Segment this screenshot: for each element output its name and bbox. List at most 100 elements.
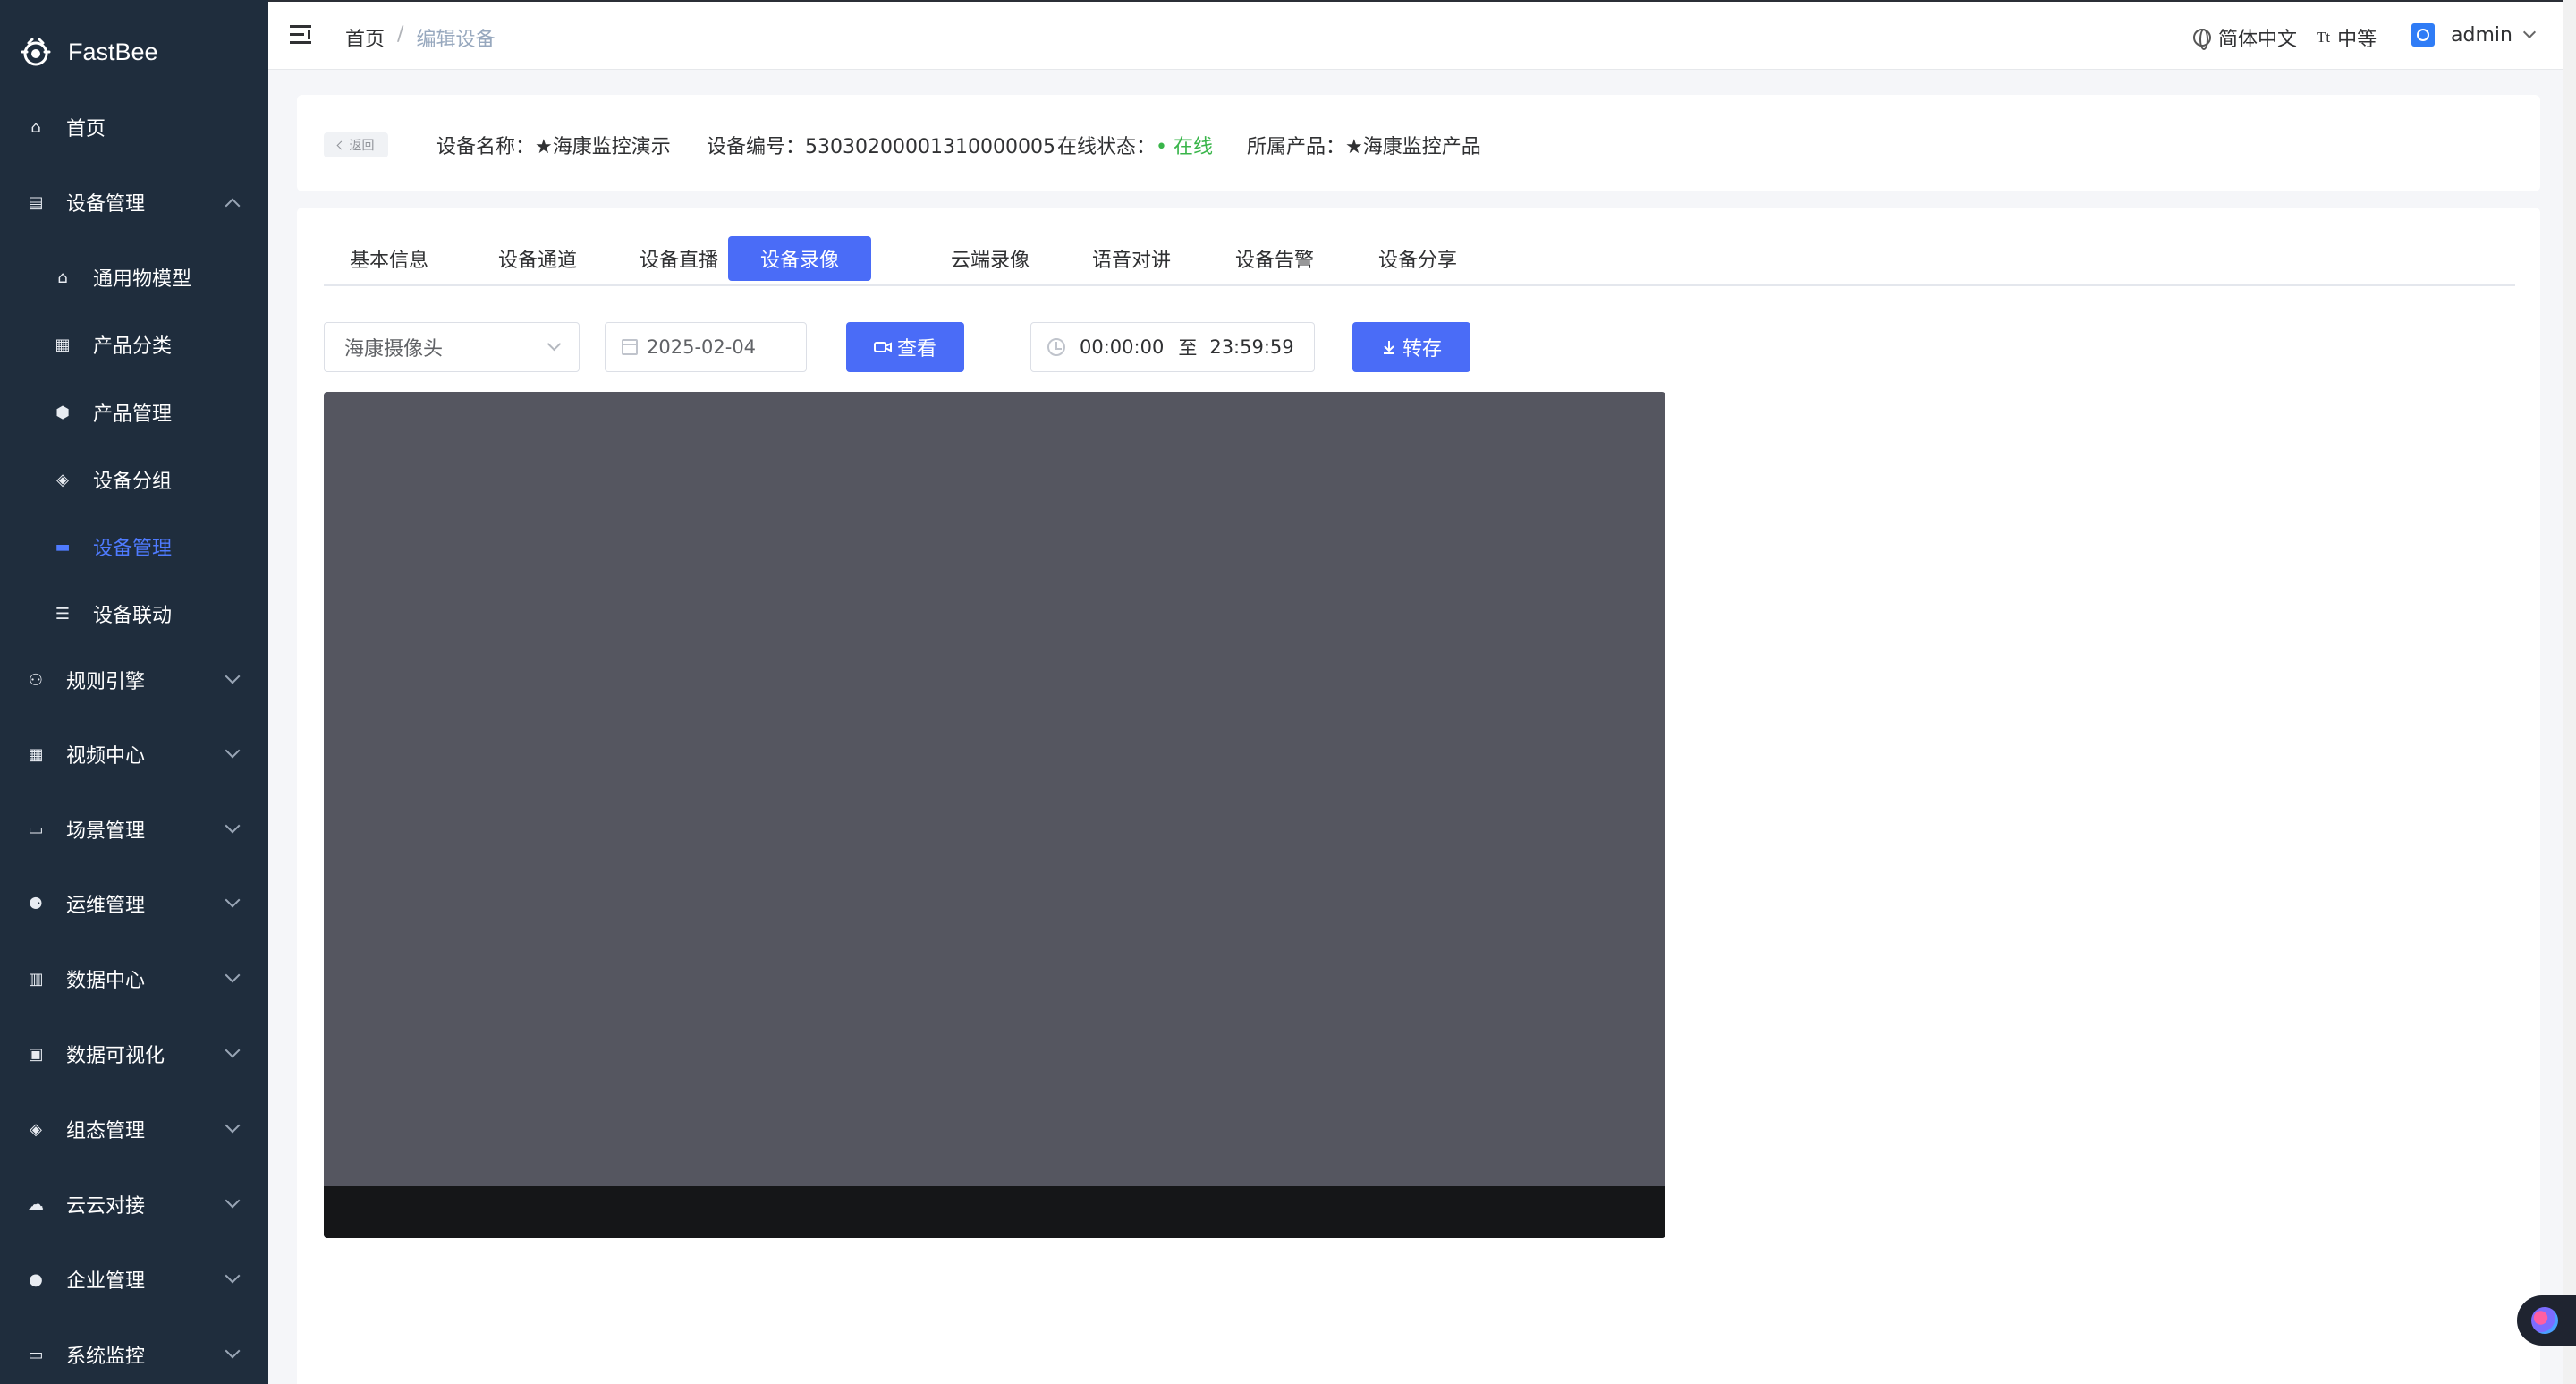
chevron-down-icon — [225, 1042, 241, 1058]
sidebar-item[interactable]: ⬢ 产品管理 — [0, 386, 268, 439]
date-value: 2025-02-04 — [647, 336, 757, 358]
sidebar-item[interactable]: ◈ 设备分组 — [0, 453, 268, 506]
device-name: 设备名称：★海康监控演示 — [436, 136, 671, 158]
sidebar-item-label: 企业管理 — [66, 1270, 146, 1293]
tab[interactable]: 设备通道 — [472, 236, 603, 281]
language-label: 简体中文 — [2218, 29, 2298, 51]
date-picker[interactable]: 2025-02-04 — [605, 322, 807, 372]
breadcrumb-separator: / — [397, 23, 404, 46]
scada-icon: ◈ — [30, 1119, 42, 1139]
chevron-down-icon — [547, 336, 562, 352]
calendar-icon — [622, 339, 638, 355]
sidebar-item[interactable]: ● 企业管理 — [0, 1252, 268, 1306]
time-range-separator: 至 — [1178, 337, 1198, 359]
home-icon: ⌂ — [30, 117, 41, 137]
sidebar-item[interactable]: ⌂ 通用物模型 — [0, 250, 268, 304]
breadcrumb-home[interactable]: 首页 — [345, 23, 385, 52]
online-status: 在线状态：• 在线 — [1057, 131, 1213, 159]
save-button-label: 转存 — [1402, 338, 1442, 361]
chevron-down-icon — [225, 1193, 241, 1209]
tab[interactable]: 语音对讲 — [1066, 236, 1197, 281]
device-product: 所属产品：★海康监控产品 — [1247, 136, 1481, 158]
breadcrumb-current: 编辑设备 — [416, 29, 496, 51]
back-button[interactable]: 返回 — [324, 132, 388, 157]
sidebar-item[interactable]: ▣ 数据可视化 — [0, 1027, 268, 1081]
view-button-label: 查看 — [896, 338, 936, 361]
time-range-picker[interactable]: 00:00:00 至 23:59:59 — [1030, 322, 1315, 372]
sidebar-item[interactable]: ▤ 设备管理 — [0, 175, 268, 229]
sidebar-item-label: 设备管理 — [66, 193, 146, 216]
sidebar-item[interactable]: ▬ 设备管理 — [0, 520, 268, 573]
chevron-down-icon — [225, 1343, 241, 1359]
device-detail-card: 基本信息 设备通道 设备直播 设备录像 云端录像 语音对讲 设备告警 设备分享 海康摄像头 2… — [297, 208, 2540, 1384]
username: admin — [2451, 23, 2512, 47]
sidebar-item[interactable]: ☰ 设备联动 — [0, 587, 268, 641]
sidebar-item[interactable]: ▥ 数据中心 — [0, 952, 268, 1006]
device-tabs: 基本信息 设备通道 设备直播 设备录像 云端录像 语音对讲 设备告警 设备分享 — [324, 236, 2515, 286]
video-player[interactable] — [324, 392, 1665, 1238]
ai-assistant-button[interactable] — [2517, 1295, 2576, 1346]
chevron-down-icon — [225, 818, 241, 834]
sidebar-item-label: 数据中心 — [66, 970, 146, 992]
page-scrollbar[interactable] — [2563, 0, 2576, 1384]
tab[interactable]: 设备录像 — [728, 236, 871, 281]
scene-icon: ▭ — [28, 819, 44, 839]
tab[interactable]: 设备告警 — [1209, 236, 1340, 281]
online-status-label: 在线状态： — [1057, 136, 1157, 158]
clock-icon — [1047, 338, 1065, 356]
chevron-down-icon — [225, 743, 241, 759]
channel-select[interactable]: 海康摄像头 — [324, 322, 580, 372]
sidebar-item[interactable]: ▦ 视频中心 — [0, 727, 268, 781]
size-switcher[interactable]: Tt 中等 — [2317, 23, 2377, 52]
chevron-down-icon — [225, 1268, 241, 1284]
fastbee-logo-icon — [21, 38, 51, 66]
sidebar-item-label: 数据可视化 — [66, 1045, 165, 1067]
sidebar-item-label: 组态管理 — [66, 1120, 146, 1142]
avatar — [2411, 23, 2435, 47]
tab[interactable]: 设备直播 — [614, 236, 744, 281]
sidebar-item[interactable]: ▦ 产品分类 — [0, 318, 268, 371]
font-size-icon: Tt — [2317, 29, 2331, 46]
sidebar-item[interactable]: ⌂ 首页 — [0, 100, 268, 154]
top-navbar: 首页 / 编辑设备 简体中文 Tt 中等 admin — [268, 0, 2576, 70]
user-dropdown[interactable]: admin — [2411, 23, 2537, 47]
channel-select-value: 海康摄像头 — [344, 338, 444, 361]
tab[interactable]: 云端录像 — [925, 236, 1055, 281]
save-recording-button[interactable]: 转存 — [1352, 322, 1470, 372]
sidebar-item[interactable]: ▭ 场景管理 — [0, 802, 268, 856]
app-logo[interactable]: FastBee — [20, 36, 158, 68]
enterprise-icon: ● — [29, 1269, 43, 1289]
sidebar-item-label: 产品管理 — [93, 403, 173, 426]
visualization-icon: ▣ — [28, 1044, 44, 1064]
sidebar-item-label: 云云对接 — [66, 1195, 146, 1218]
sidebar-item[interactable]: ⚇ 规则引擎 — [0, 653, 268, 707]
product-icon: ⬢ — [55, 403, 70, 422]
tab[interactable]: 基本信息 — [324, 236, 454, 281]
hamburger-menu-icon[interactable] — [290, 25, 313, 45]
sidebar-item[interactable]: ▭ 系统监控 — [0, 1328, 268, 1381]
online-status-value: • 在线 — [1156, 136, 1213, 158]
sidebar-item[interactable]: ⚈ 运维管理 — [0, 877, 268, 930]
sidebar-item-label: 首页 — [66, 118, 106, 140]
category-icon: ▦ — [55, 335, 71, 354]
sidebar-item[interactable]: ☁ 云云对接 — [0, 1177, 268, 1231]
ops-icon: ⚈ — [28, 894, 44, 913]
model-icon: ⌂ — [57, 267, 68, 287]
tab[interactable]: 设备分享 — [1352, 236, 1483, 281]
video-center-icon: ▦ — [28, 744, 44, 764]
brain-icon — [2531, 1307, 2558, 1334]
sidebar-item[interactable]: ◈ 组态管理 — [0, 1102, 268, 1156]
sidebar-item-label: 设备分组 — [93, 471, 173, 493]
breadcrumb: 首页 / 编辑设备 — [345, 23, 495, 52]
size-label: 中等 — [2337, 29, 2377, 51]
sidebar-item-label: 通用物模型 — [93, 268, 192, 291]
rule-engine-icon: ⚇ — [28, 670, 44, 690]
chevron-down-icon — [225, 892, 241, 908]
video-control-bar[interactable] — [324, 1186, 1665, 1238]
device-serial: 设备编号：53030200001310000005 — [707, 136, 1055, 158]
time-end: 23:59:59 — [1209, 336, 1294, 358]
language-switcher[interactable]: 简体中文 — [2193, 23, 2297, 52]
view-button[interactable]: 查看 — [846, 322, 964, 372]
monitor-icon: ▭ — [28, 1345, 44, 1364]
back-label: 返回 — [349, 139, 375, 153]
